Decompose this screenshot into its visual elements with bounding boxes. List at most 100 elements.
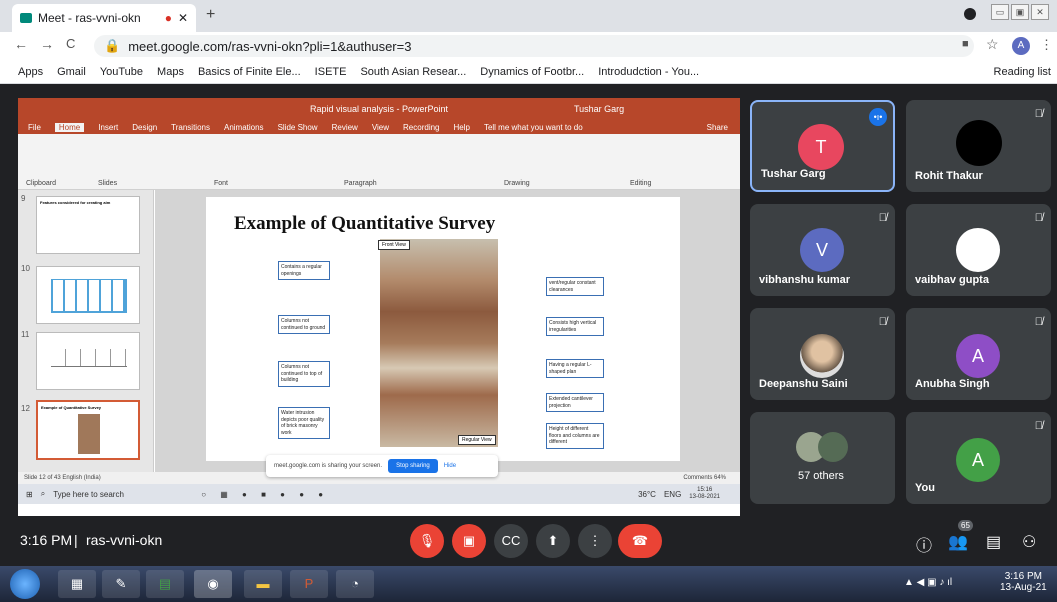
ribbon-group-clipboard: Clipboard bbox=[26, 180, 56, 187]
participant-tile[interactable]: 🎙̸ Rohit Thakur bbox=[906, 100, 1051, 192]
participant-name: Anubha Singh bbox=[915, 378, 990, 390]
ppt-title-bar: Rapid visual analysis - PowerPoint Tusha… bbox=[18, 98, 740, 120]
ppt-menu-view[interactable]: View bbox=[372, 123, 389, 132]
thumb12-title: Example of Quantitative Survey bbox=[41, 405, 102, 410]
bookmark-isete[interactable]: ISETE bbox=[315, 66, 347, 78]
ppt-share[interactable]: Share bbox=[707, 123, 728, 132]
callout-box: Columns not continued to top of building bbox=[278, 361, 330, 387]
url-text: meet.google.com/ras-vvni-okn?pli=1&authu… bbox=[128, 38, 412, 54]
activities-icon[interactable]: ⚇ bbox=[1022, 532, 1036, 552]
bookmark-gmail[interactable]: Gmail bbox=[57, 66, 86, 78]
participant-name: vibhanshu kumar bbox=[759, 274, 851, 286]
notepad-icon[interactable]: ✎ bbox=[102, 570, 140, 598]
status-slide-info: Slide 12 of 43 English (India) bbox=[24, 475, 101, 481]
frame-drawing-icon bbox=[51, 279, 127, 313]
current-slide[interactable]: Example of Quantitative Survey Front Vie… bbox=[206, 197, 680, 461]
participant-tile[interactable]: A 🎙̸ You bbox=[906, 412, 1051, 504]
chat-icon[interactable]: ▤ bbox=[986, 532, 1001, 552]
menu-kebab-icon[interactable]: ⋮ bbox=[1040, 37, 1053, 53]
chrome-icon[interactable]: ◉ bbox=[194, 570, 232, 598]
ppt-menu-slideshow[interactable]: Slide Show bbox=[278, 123, 318, 132]
callout-box: Consists high vertical irregularities bbox=[546, 317, 604, 336]
participant-name: You bbox=[915, 482, 935, 494]
back-icon[interactable]: ← bbox=[14, 36, 28, 52]
thumbnail-10[interactable] bbox=[36, 266, 140, 324]
participant-tile[interactable]: T •ı• Tushar Garg bbox=[750, 100, 895, 192]
participant-tile[interactable]: V 🎙̸ vibhanshu kumar bbox=[750, 204, 895, 296]
taskbar-clock: 15:16 13-08-2021 bbox=[689, 487, 720, 500]
ppt-menu-review[interactable]: Review bbox=[332, 123, 358, 132]
ppt-menu-insert[interactable]: Insert bbox=[98, 123, 118, 132]
thumb-number: 11 bbox=[21, 330, 30, 339]
meeting-time: 3:16 PM bbox=[20, 532, 73, 548]
bookmark-youtube[interactable]: YouTube bbox=[100, 66, 143, 78]
bookmark-finite[interactable]: Basics of Finite Ele... bbox=[198, 66, 301, 78]
participant-name: Rohit Thakur bbox=[915, 170, 983, 182]
participant-tile[interactable]: 🎙̸ vaibhav gupta bbox=[906, 204, 1051, 296]
callout-box: vent/regular constant clearances bbox=[546, 277, 604, 296]
callout-box: Contains a regular openings bbox=[278, 261, 330, 280]
muted-mic-icon: 🎙̸ bbox=[1034, 316, 1043, 328]
bookmark-intro[interactable]: Introdudction - You... bbox=[598, 66, 699, 78]
muted-mic-icon: 🎙̸ bbox=[878, 316, 887, 328]
ppt-tell-me[interactable]: Tell me what you want to do bbox=[484, 123, 583, 132]
tab-title: Meet - ras-vvni-okn bbox=[38, 11, 141, 25]
participant-avatar: V bbox=[800, 228, 844, 272]
ppt-menu-recording[interactable]: Recording bbox=[403, 123, 439, 132]
ppt-menu-file[interactable]: File bbox=[28, 123, 41, 132]
calculator-icon[interactable]: ▦ bbox=[58, 570, 96, 598]
participant-tile[interactable]: 🎙̸ Deepanshu Saini bbox=[750, 308, 895, 400]
ppt-menu-animations[interactable]: Animations bbox=[224, 123, 264, 132]
bookmark-maps[interactable]: Maps bbox=[157, 66, 184, 78]
ppt-menu-home[interactable]: Home bbox=[54, 122, 85, 132]
ppt-menu-transitions[interactable]: Transitions bbox=[171, 123, 210, 132]
reload-icon[interactable]: C bbox=[66, 36, 75, 51]
close-window-icon[interactable]: ✕ bbox=[1031, 4, 1049, 20]
thumbnail-12[interactable]: Example of Quantitative Survey bbox=[36, 400, 140, 460]
browser-tab[interactable]: Meet - ras-vvni-okn ● ✕ bbox=[12, 4, 196, 32]
tab-close-icon[interactable]: ✕ bbox=[178, 11, 188, 25]
hide-button[interactable]: Hide bbox=[444, 463, 456, 469]
participant-name: Tushar Garg bbox=[761, 168, 826, 180]
participant-tile[interactable]: 57 others bbox=[750, 412, 895, 504]
present-button[interactable]: ⬆ bbox=[536, 524, 570, 558]
bookmark-dynamics[interactable]: Dynamics of Footbr... bbox=[480, 66, 584, 78]
reading-list[interactable]: Reading list bbox=[994, 66, 1051, 78]
ppt-title: Rapid visual analysis - PowerPoint bbox=[309, 104, 449, 114]
url-field[interactable]: 🔒 meet.google.com/ras-vvni-okn?pli=1&aut… bbox=[94, 35, 974, 57]
participant-tile[interactable]: A 🎙̸ Anubha Singh bbox=[906, 308, 1051, 400]
sheets-icon[interactable]: ▤ bbox=[146, 570, 184, 598]
maximize-icon[interactable]: ▣ bbox=[1011, 4, 1029, 20]
more-options-button[interactable]: ⋮ bbox=[578, 524, 612, 558]
new-tab-icon[interactable]: + bbox=[206, 6, 215, 24]
people-icon[interactable]: 👥 bbox=[948, 532, 968, 552]
forward-icon[interactable]: → bbox=[40, 36, 54, 52]
camera-off-button[interactable]: ▣ bbox=[452, 524, 486, 558]
media-indicator-icon[interactable] bbox=[964, 8, 976, 20]
explorer-icon[interactable]: ▬ bbox=[244, 570, 282, 598]
muted-mic-icon: 🎙̸ bbox=[878, 212, 887, 224]
meet-favicon-icon bbox=[20, 13, 32, 23]
front-view-label: Front View bbox=[378, 240, 410, 250]
powerpoint-icon[interactable]: P bbox=[290, 570, 328, 598]
thumbnail-9[interactable]: Features considered for creating aim bbox=[36, 196, 140, 254]
meeting-code: ras-vvni-okn bbox=[86, 532, 163, 548]
profile-avatar[interactable]: A bbox=[1012, 37, 1030, 55]
meeting-details-icon[interactable]: ⓘ bbox=[916, 532, 932, 556]
stop-sharing-button[interactable]: Stop sharing bbox=[388, 459, 438, 473]
thumbnail-11[interactable] bbox=[36, 332, 140, 390]
leave-call-button[interactable]: ☎ bbox=[618, 524, 662, 558]
captions-button[interactable]: CC bbox=[494, 524, 528, 558]
taskbar-temp: 36°C bbox=[638, 489, 656, 499]
ppt-menu-design[interactable]: Design bbox=[132, 123, 157, 132]
bookmark-apps[interactable]: Apps bbox=[18, 66, 43, 78]
minimize-icon[interactable]: ▭ bbox=[991, 4, 1009, 20]
bookmark-star-icon[interactable]: ☆ bbox=[986, 36, 999, 53]
cast-icon[interactable]: ■ bbox=[962, 38, 969, 50]
start-orb-icon[interactable] bbox=[10, 569, 40, 599]
bookmark-southasian[interactable]: South Asian Resear... bbox=[360, 66, 466, 78]
paint-icon[interactable]: ◔ bbox=[336, 570, 374, 598]
ppt-menu-help[interactable]: Help bbox=[454, 123, 470, 132]
callout-box: Water intrusion depicts poor quality of … bbox=[278, 407, 330, 439]
mic-off-button[interactable]: 🎙 bbox=[410, 524, 444, 558]
